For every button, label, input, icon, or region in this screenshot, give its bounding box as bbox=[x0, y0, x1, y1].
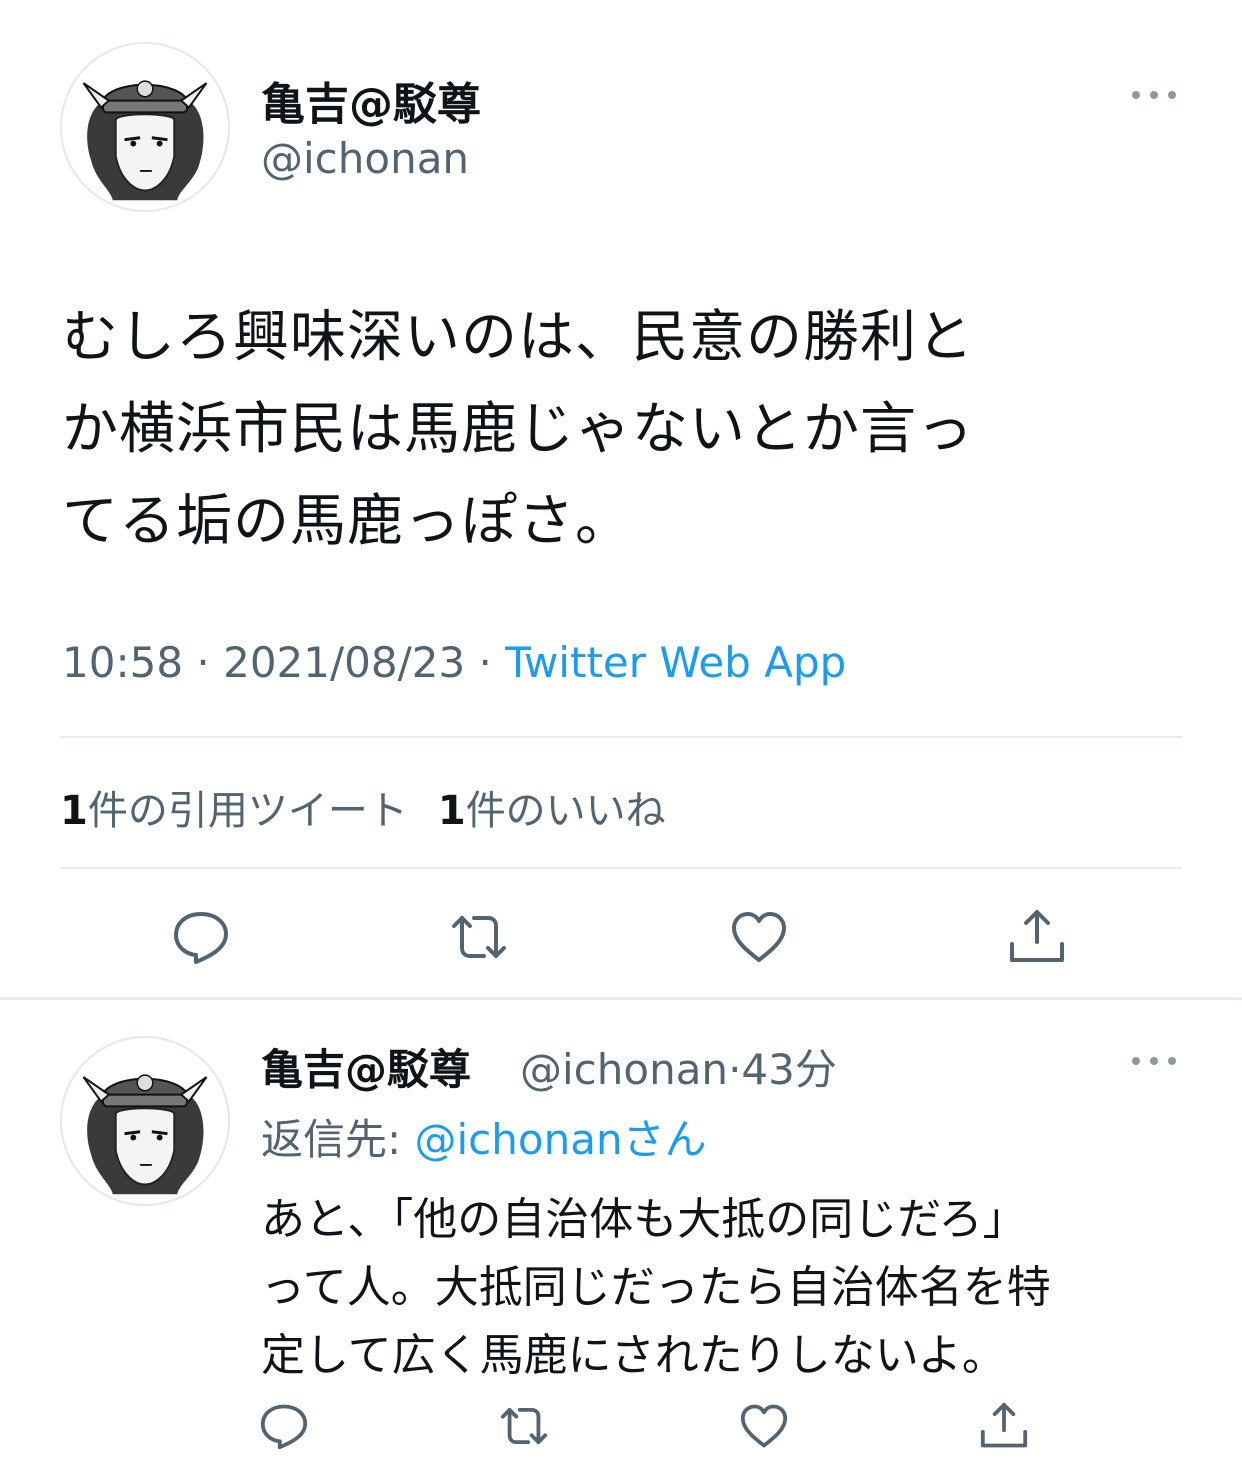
more-icon[interactable] bbox=[1132, 1054, 1176, 1068]
meta-separator: · bbox=[183, 638, 224, 687]
reply-display-name[interactable]: 亀吉@駁尊 bbox=[261, 1036, 471, 1097]
reply-to: 返信先: @ichonanさん bbox=[261, 1106, 707, 1167]
share-icon[interactable] bbox=[1004, 904, 1070, 970]
tweet-text-line: か横浜市民は馬鹿じゃないとか言っ bbox=[62, 397, 974, 462]
heart-icon[interactable] bbox=[726, 904, 792, 970]
avatar-illustration bbox=[62, 44, 228, 210]
like-stat[interactable]: 1件のいいね bbox=[438, 788, 666, 834]
reply-to-handle[interactable]: @ichonanさん bbox=[415, 1115, 707, 1164]
reply-handle-line: @ichonan·43分 bbox=[520, 1036, 837, 1097]
tweet-date[interactable]: 2021/08/23 bbox=[223, 638, 465, 687]
quote-stat[interactable]: 1件の引用ツイート bbox=[60, 788, 408, 834]
tweet-time[interactable]: 10:58 bbox=[62, 638, 183, 687]
avatar-illustration bbox=[62, 1038, 228, 1204]
reply-text: あと、「他の自治体も大抵の同じだろ」 って人。大抵同じだったら自治体名を特 定し… bbox=[261, 1186, 1191, 1390]
like-count: 1 bbox=[437, 788, 466, 834]
quote-label: 件の引用ツイート bbox=[87, 788, 408, 834]
tweet-stats: 1件の引用ツイート 1件のいいね bbox=[60, 778, 666, 836]
reply-icon[interactable] bbox=[168, 904, 234, 970]
reply-to-label: 返信先: bbox=[261, 1115, 415, 1164]
reply-time[interactable]: 43分 bbox=[741, 1045, 836, 1094]
tweet-text: むしろ興味深いのは、民意の勝利と か横浜市民は馬鹿じゃないとか言っ てる垢の馬鹿… bbox=[62, 292, 1182, 568]
tweet-meta: 10:58 · 2021/08/23 · Twitter Web App bbox=[62, 638, 846, 687]
reply-icon[interactable] bbox=[256, 1398, 312, 1454]
retweet-icon[interactable] bbox=[496, 1398, 552, 1454]
divider bbox=[60, 867, 1182, 869]
reply-text-line: あと、「他の自治体も大抵の同じだろ」 bbox=[261, 1194, 1027, 1245]
avatar[interactable] bbox=[60, 1036, 230, 1206]
reply-text-line: って人。大抵同じだったら自治体名を特 bbox=[261, 1262, 1051, 1313]
like-label: 件のいいね bbox=[465, 788, 666, 834]
divider bbox=[60, 736, 1182, 738]
reply-handle[interactable]: @ichonan bbox=[520, 1045, 728, 1094]
tweet-text-line: むしろ興味深いのは、民意の勝利と bbox=[62, 305, 974, 370]
display-name[interactable]: 亀吉@駁尊 bbox=[261, 68, 481, 132]
more-icon[interactable] bbox=[1132, 88, 1176, 102]
tweet-separator bbox=[0, 997, 1242, 1000]
meta-separator: · bbox=[728, 1045, 742, 1094]
quote-count: 1 bbox=[60, 788, 88, 834]
retweet-icon[interactable] bbox=[446, 904, 512, 970]
tweet-source[interactable]: Twitter Web App bbox=[505, 638, 846, 687]
handle[interactable]: @ichonan bbox=[261, 134, 469, 183]
reply-text-line: 定して広く馬鹿にされたりしないよ。 bbox=[261, 1330, 1006, 1381]
meta-separator: · bbox=[465, 638, 506, 687]
share-icon[interactable] bbox=[976, 1398, 1032, 1454]
heart-icon[interactable] bbox=[736, 1398, 792, 1454]
avatar[interactable] bbox=[60, 42, 230, 212]
tweet-text-line: てる垢の馬鹿っぽさ。 bbox=[62, 489, 632, 554]
